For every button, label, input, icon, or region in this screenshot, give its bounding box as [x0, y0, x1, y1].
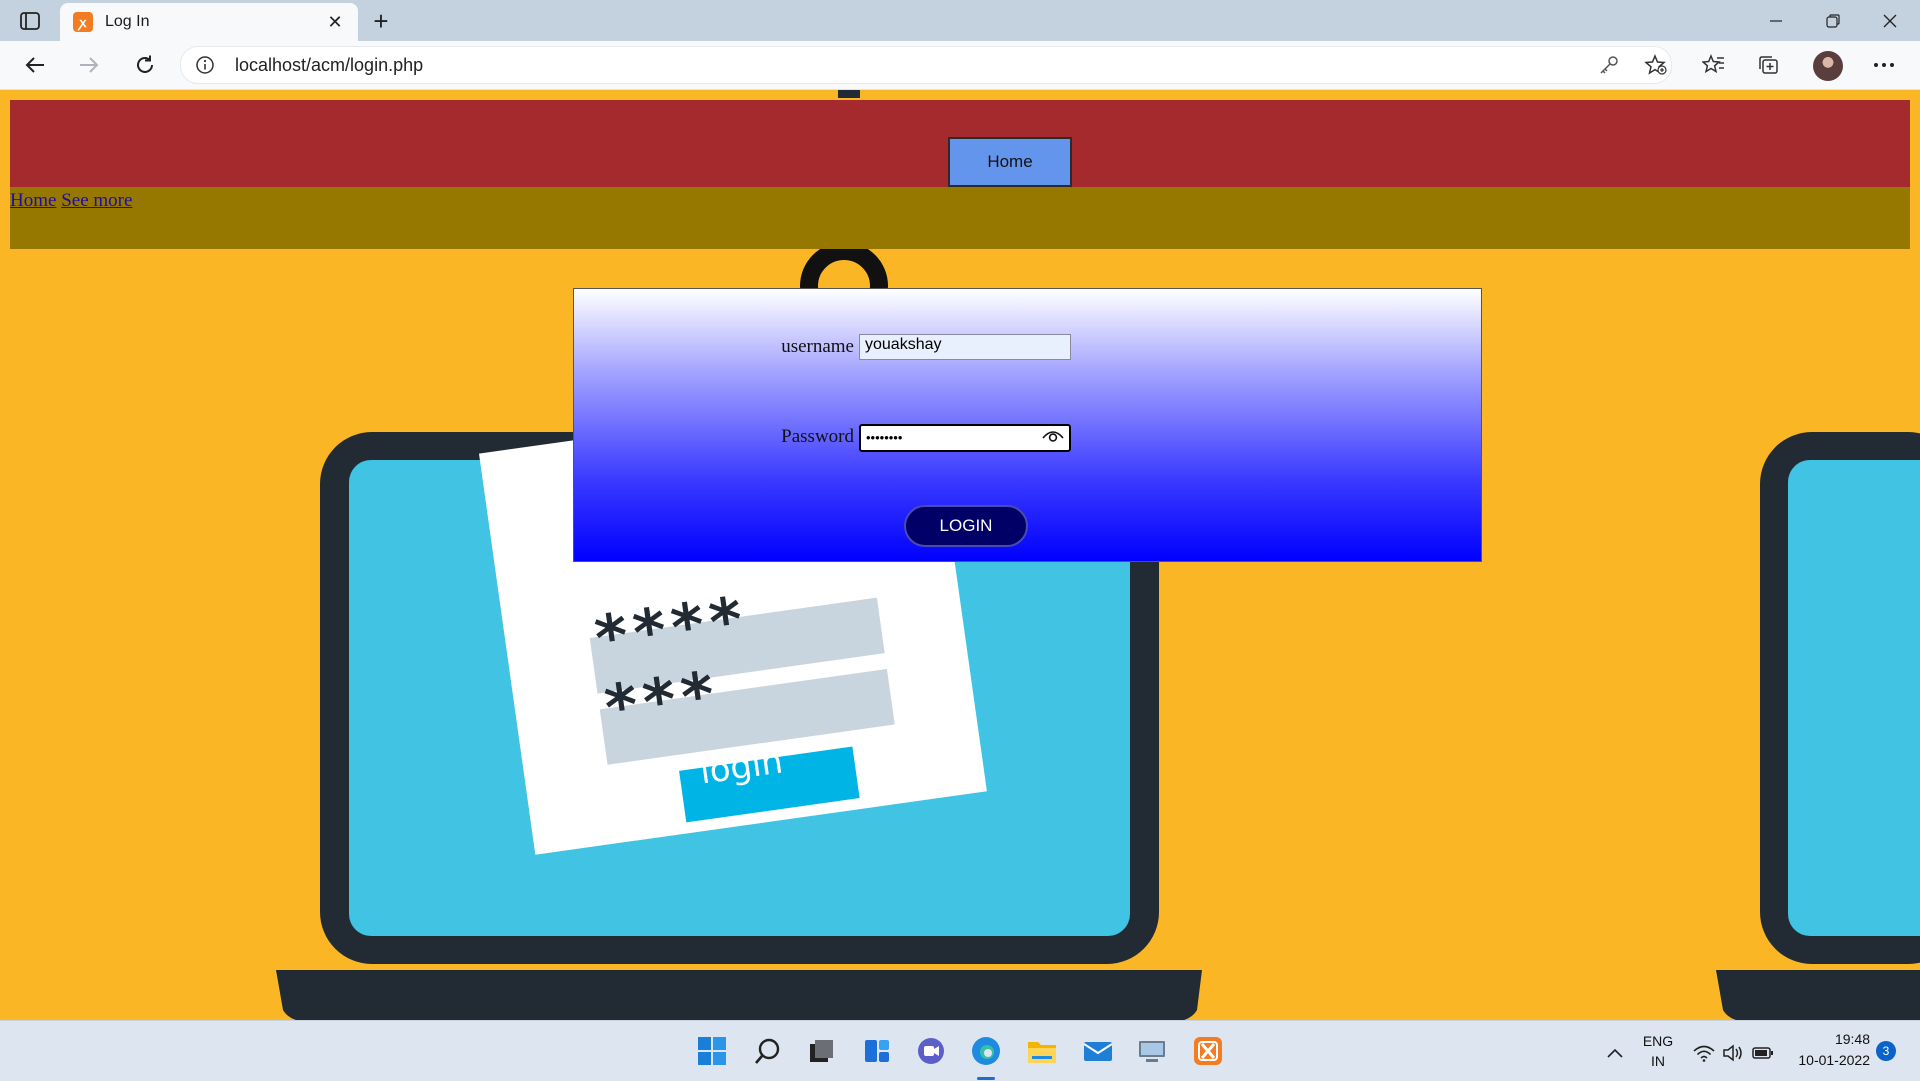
- minimize-icon[interactable]: [1748, 0, 1804, 41]
- remote-desktop-icon[interactable]: [1134, 1033, 1170, 1069]
- profile-avatar[interactable]: [1813, 51, 1843, 81]
- tab-title: Log In: [105, 13, 150, 30]
- close-tab-icon[interactable]: ✕: [324, 11, 346, 33]
- back-icon[interactable]: [18, 49, 52, 81]
- task-view-icon[interactable]: [803, 1033, 839, 1069]
- tab-actions-icon[interactable]: [12, 8, 48, 34]
- mail-icon[interactable]: [1080, 1033, 1116, 1069]
- home-link[interactable]: Home: [10, 190, 56, 211]
- site-info-icon[interactable]: [195, 55, 215, 75]
- sub-header-bar: [10, 187, 1910, 249]
- new-tab-icon[interactable]: +: [368, 6, 394, 36]
- collections-icon[interactable]: [1752, 49, 1786, 81]
- nav-links: Home See more: [10, 190, 132, 212]
- edge-browser-icon[interactable]: [968, 1033, 1004, 1069]
- password-input[interactable]: ••••••••: [859, 424, 1071, 452]
- notification-badge[interactable]: 3: [1876, 1041, 1896, 1061]
- illustration-password-row-2: ***: [600, 656, 725, 745]
- browser-tab-bar: ꭗ Log In ✕ +: [0, 0, 1920, 41]
- address-text: localhost/acm/login.php: [235, 55, 424, 75]
- browser-tab[interactable]: ꭗ Log In ✕: [60, 3, 358, 41]
- address-bar[interactable]: localhost/acm/login.php: [180, 46, 1672, 84]
- xampp-app-icon[interactable]: [1190, 1033, 1226, 1069]
- key-icon[interactable]: [1599, 55, 1619, 80]
- refresh-icon[interactable]: [128, 49, 162, 81]
- username-label: username: [781, 336, 854, 357]
- forward-icon[interactable]: [72, 49, 106, 81]
- search-icon[interactable]: [750, 1033, 786, 1069]
- chat-icon[interactable]: [913, 1033, 949, 1069]
- login-button[interactable]: LOGIN: [904, 505, 1028, 547]
- favorites-icon[interactable]: [1697, 49, 1731, 81]
- start-icon[interactable]: [694, 1033, 730, 1069]
- add-favorite-icon[interactable]: [1644, 54, 1668, 81]
- reveal-password-icon[interactable]: [1041, 427, 1065, 445]
- more-menu-icon[interactable]: [1867, 49, 1901, 81]
- illustration-login-text: login: [697, 741, 786, 793]
- username-input[interactable]: youakshay: [859, 334, 1071, 360]
- clock-date[interactable]: 10-01-2022: [1780, 1052, 1870, 1068]
- home-nav-button[interactable]: Home: [948, 137, 1072, 187]
- close-window-icon[interactable]: [1862, 0, 1918, 41]
- web-page: **** *** login Home Home See more userna…: [0, 90, 1920, 1020]
- login-form: username youakshay Password •••••••• LOG…: [573, 288, 1482, 562]
- file-explorer-icon[interactable]: [1024, 1033, 1060, 1069]
- restore-icon[interactable]: [1805, 0, 1861, 41]
- password-label: Password: [781, 426, 854, 447]
- see-more-link[interactable]: See more: [61, 190, 132, 211]
- battery-icon[interactable]: [1745, 1035, 1781, 1071]
- widgets-icon[interactable]: [859, 1033, 895, 1069]
- xampp-favicon-icon: ꭗ: [73, 12, 93, 32]
- region-indicator[interactable]: IN: [1638, 1053, 1678, 1069]
- browser-toolbar: localhost/acm/login.php: [0, 41, 1920, 90]
- taskbar: ENG IN 19:48 10-01-2022 3: [0, 1020, 1920, 1081]
- clock-time[interactable]: 19:48: [1790, 1031, 1870, 1047]
- show-hidden-icons-chevron-icon[interactable]: [1597, 1035, 1633, 1071]
- language-indicator[interactable]: ENG: [1638, 1033, 1678, 1049]
